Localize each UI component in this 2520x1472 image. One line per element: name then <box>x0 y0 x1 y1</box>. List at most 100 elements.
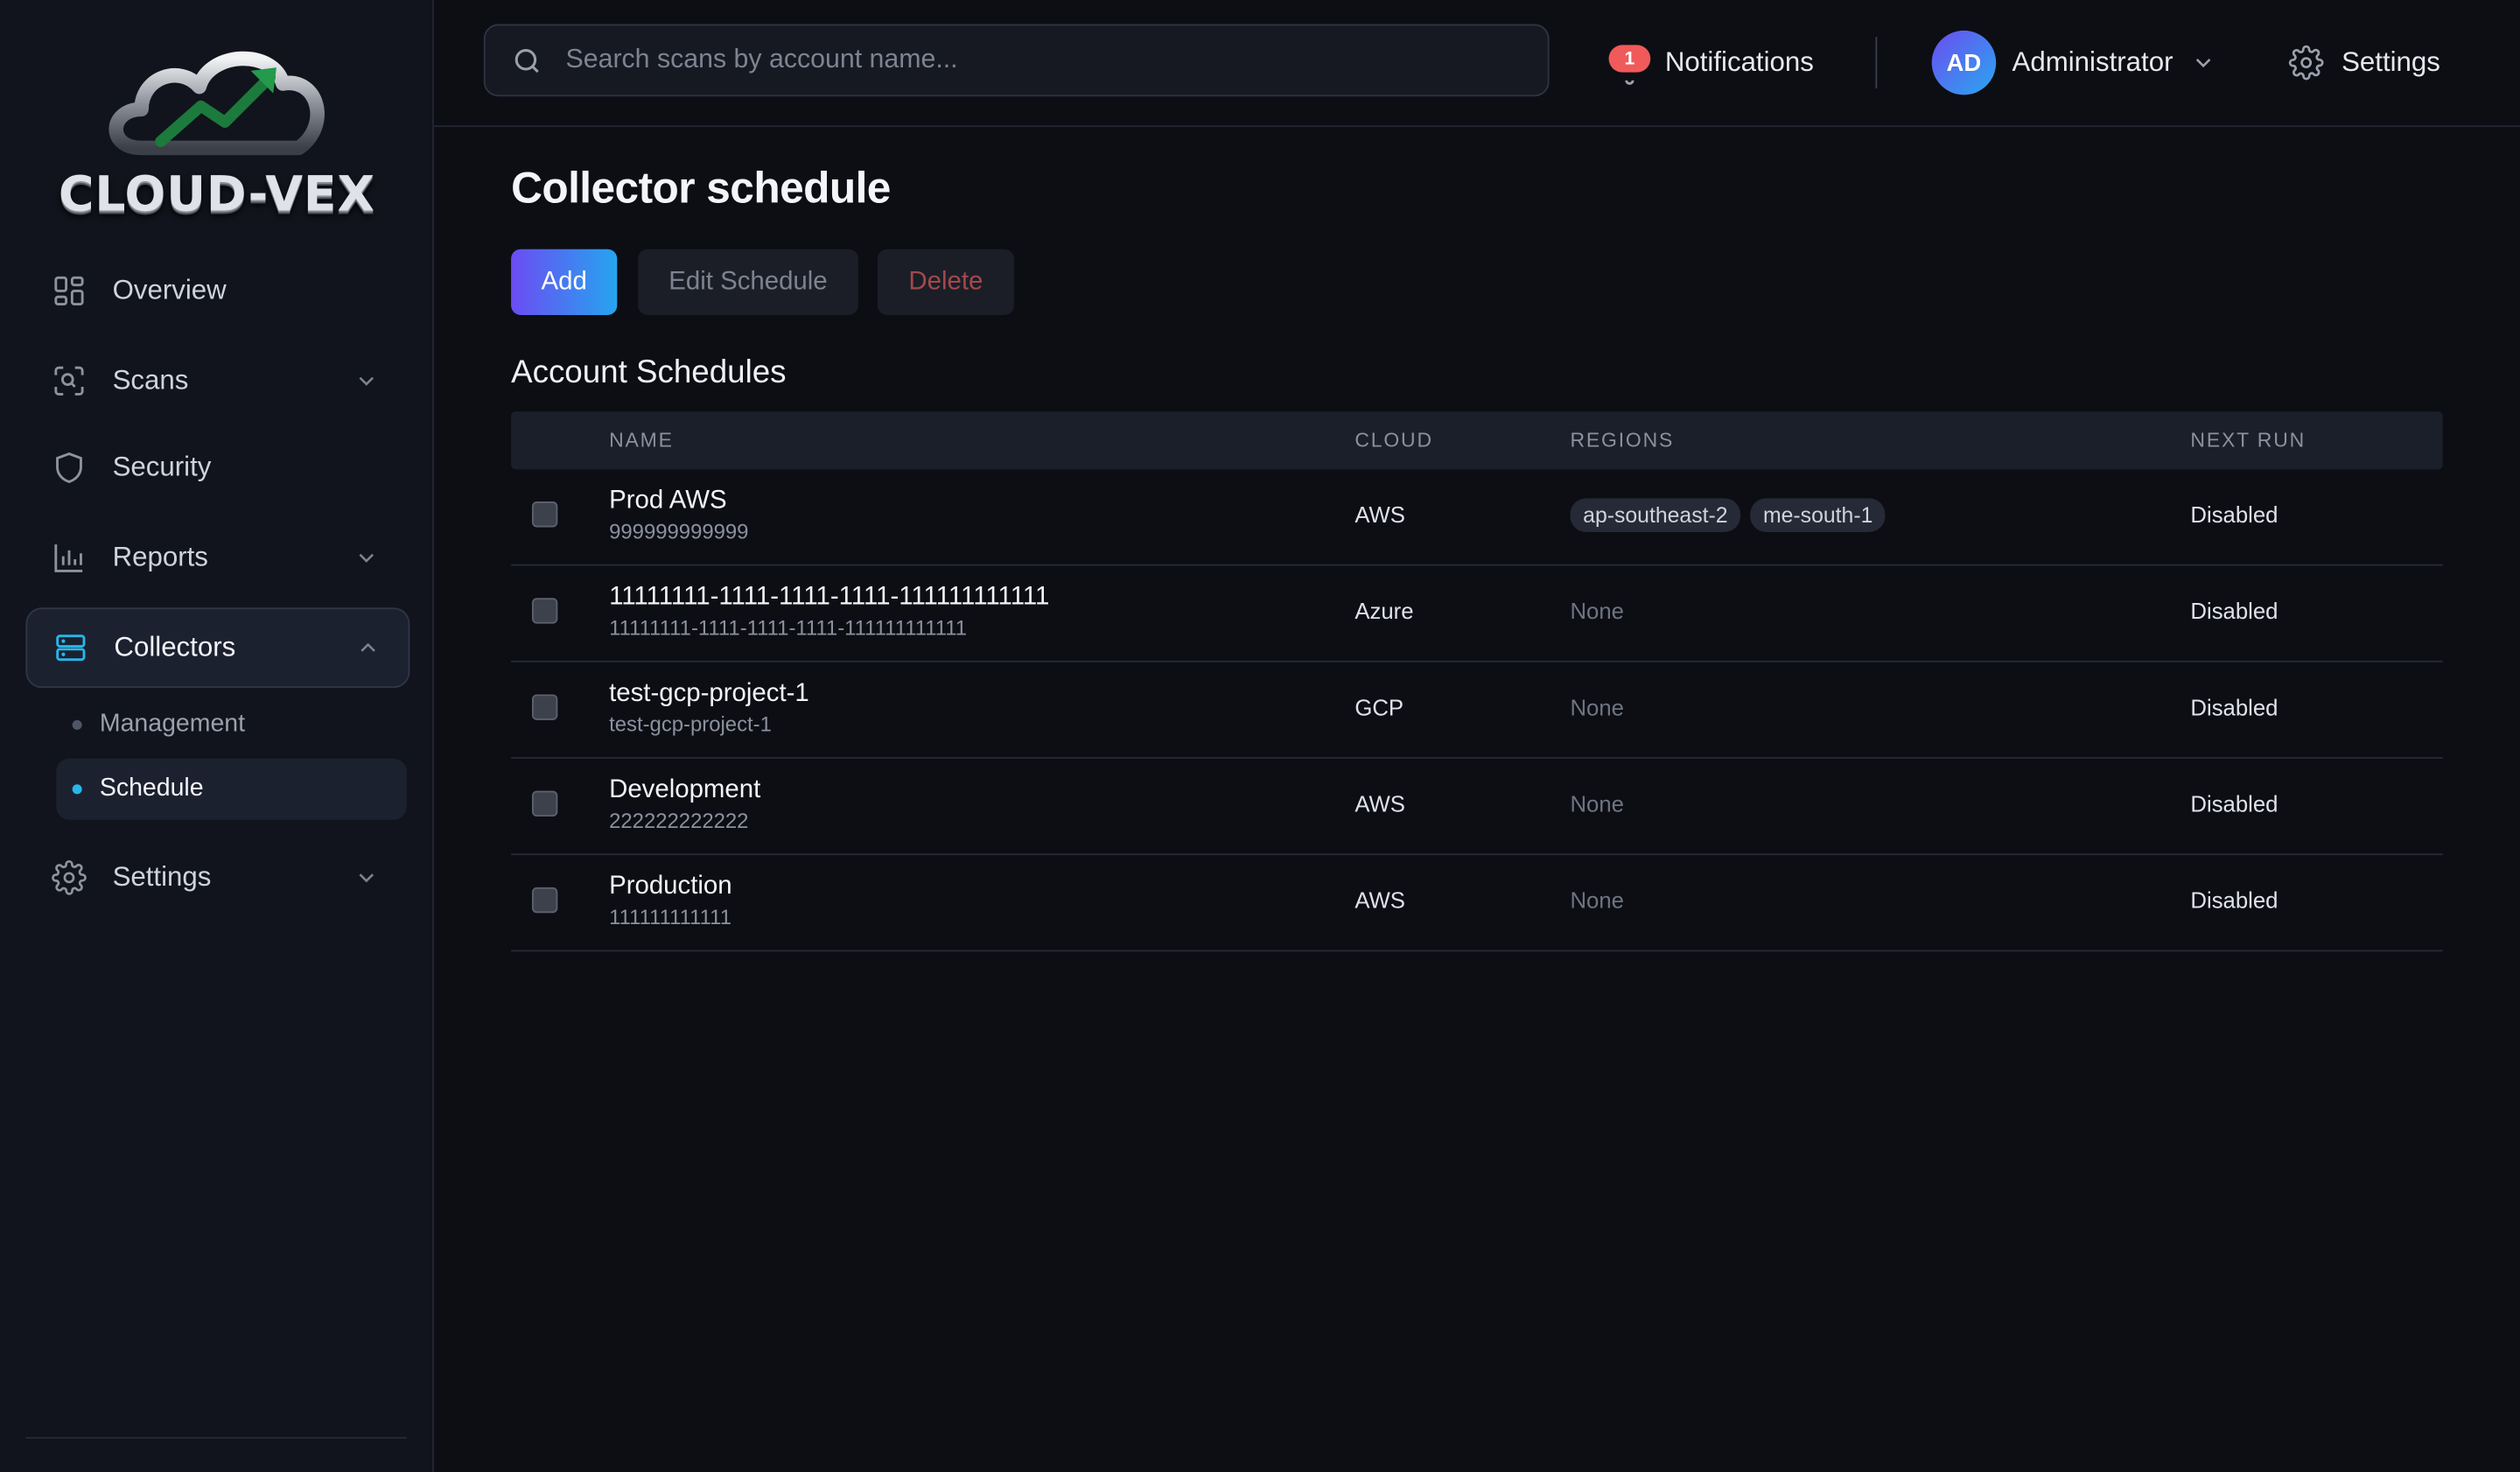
page-title: Collector schedule <box>511 164 891 213</box>
sidebar-subitem-label: Schedule <box>99 775 204 803</box>
chevron-up-icon <box>357 636 380 659</box>
regions-cell: None <box>1570 595 1624 624</box>
next-run-cell: Disabled <box>2190 694 2278 720</box>
scan-icon <box>52 363 87 398</box>
grid-icon <box>52 273 87 308</box>
account-cell: Prod AWS 999999999999 <box>609 484 748 547</box>
sidebar-item-settings[interactable]: Settings <box>25 839 406 916</box>
sidebar-item-label: Scans <box>112 364 189 396</box>
table-row[interactable]: test-gcp-project-1 test-gcp-project-1 GC… <box>511 662 2443 759</box>
cloud-cell: AWS <box>1354 887 1405 914</box>
account-name: Production <box>609 873 732 901</box>
table-row[interactable]: Development 222222222222 AWS None Disabl… <box>511 759 2443 856</box>
shield-icon <box>52 450 87 485</box>
sidebar-item-collectors[interactable]: Collectors <box>25 607 410 689</box>
table-header: NAME CLOUD REGIONS NEXT RUN <box>511 411 2443 470</box>
cloud-logo-icon <box>108 51 325 156</box>
region-chip: ap-southeast-2 <box>1570 498 1741 532</box>
column-header-name[interactable]: NAME <box>609 411 674 469</box>
account-id: 222222222222 <box>609 808 749 833</box>
cloud-cell: GCP <box>1354 694 1404 720</box>
regions-cell: None <box>1570 691 1624 720</box>
cloud-cell: AWS <box>1354 501 1405 528</box>
sidebar: CLOUD-VEX Overview Scans Security Report… <box>0 0 434 1472</box>
account-id: test-gcp-project-1 <box>609 711 772 737</box>
brand-name: CLOUD-VEX <box>59 167 375 224</box>
sidebar-item-security[interactable]: Security <box>25 429 406 506</box>
column-header-cloud[interactable]: CLOUD <box>1354 411 1433 469</box>
edit-schedule-button[interactable]: Edit Schedule <box>638 249 858 315</box>
regions-empty: None <box>1570 790 1624 817</box>
bell-icon: 1 <box>1608 39 1651 87</box>
chevron-down-icon <box>2193 52 2216 74</box>
sidebar-subitem-label: Management <box>99 710 246 739</box>
account-name: Development <box>609 776 761 804</box>
account-schedules-table: NAME CLOUD REGIONS NEXT RUN Prod AWS 999… <box>511 411 2443 952</box>
sidebar-subitem-schedule[interactable]: Schedule <box>56 758 407 820</box>
regions-empty: None <box>1570 694 1624 720</box>
table-row[interactable]: Production 111111111111 AWS None Disable… <box>511 855 2443 952</box>
regions-cell: None <box>1570 884 1623 913</box>
account-cell: test-gcp-project-1 test-gcp-project-1 <box>609 676 809 740</box>
gear-icon <box>2288 45 2324 81</box>
chevron-down-icon <box>355 546 378 569</box>
row-checkbox[interactable] <box>531 501 558 528</box>
sidebar-item-label: Overview <box>112 275 227 305</box>
sidebar-item-overview[interactable]: Overview <box>25 252 406 329</box>
account-id: 999999999999 <box>609 519 749 543</box>
sidebar-divider <box>25 1437 407 1439</box>
settings-label: Settings <box>2342 46 2440 78</box>
next-run-cell: Disabled <box>2190 598 2278 624</box>
account-name: test-gcp-project-1 <box>609 679 809 708</box>
sidebar-subitem-management[interactable]: Management <box>56 694 406 755</box>
account-name: Prod AWS <box>609 487 727 515</box>
column-header-next-run[interactable]: NEXT RUN <box>2190 411 2306 469</box>
column-header-regions[interactable]: REGIONS <box>1570 411 1674 469</box>
sidebar-item-label: Reports <box>112 541 208 572</box>
top-header: 1 Notifications AD Administrator Setting… <box>433 0 2520 128</box>
bullet-icon <box>72 719 82 730</box>
notification-count-badge: 1 <box>1608 45 1651 73</box>
section-title: Account Schedules <box>511 354 787 391</box>
header-divider <box>1875 37 1878 89</box>
next-run-cell: Disabled <box>2190 501 2278 528</box>
server-icon <box>53 630 88 665</box>
table-row[interactable]: 11111111-1111-1111-1111-111111111111 111… <box>511 566 2443 662</box>
sidebar-item-reports[interactable]: Reports <box>25 519 406 596</box>
delete-button[interactable]: Delete <box>877 249 1014 315</box>
notifications-button[interactable]: 1 Notifications <box>1608 35 1814 89</box>
chevron-down-icon <box>355 866 378 889</box>
next-run-cell: Disabled <box>2190 887 2278 914</box>
row-checkbox[interactable] <box>531 790 558 817</box>
sidebar-item-label: Collectors <box>114 631 236 662</box>
avatar: AD <box>1931 30 1997 95</box>
row-checkbox[interactable] <box>531 598 558 624</box>
sidebar-item-label: Security <box>112 452 212 483</box>
account-id: 111111111111 <box>609 905 732 929</box>
bar-chart-icon <box>52 540 87 575</box>
regions-cell: None <box>1570 788 1623 817</box>
account-id: 11111111-1111-1111-1111-111111111111 <box>609 615 968 641</box>
bullet-icon <box>72 784 82 795</box>
search-icon <box>514 48 539 73</box>
settings-button[interactable]: Settings <box>2288 39 2440 87</box>
brand-logo[interactable]: CLOUD-VEX <box>48 29 386 228</box>
regions-cell: ap-southeast-2 me-south-1 <box>1570 498 1886 532</box>
next-run-cell: Disabled <box>2190 790 2278 817</box>
region-chip: me-south-1 <box>1750 498 1886 532</box>
search-input[interactable] <box>562 43 1548 78</box>
regions-empty: None <box>1570 598 1624 624</box>
add-button[interactable]: Add <box>511 249 618 315</box>
cloud-cell: Azure <box>1354 598 1414 624</box>
table-row[interactable]: Prod AWS 999999999999 AWS ap-southeast-2… <box>511 469 2443 566</box>
sidebar-item-scans[interactable]: Scans <box>25 342 406 419</box>
account-cell: Production 111111111111 <box>609 870 732 933</box>
row-checkbox[interactable] <box>531 694 558 720</box>
notifications-label: Notifications <box>1664 46 1814 78</box>
user-menu[interactable]: AD Administrator <box>1931 30 2216 95</box>
row-checkbox[interactable] <box>531 887 558 914</box>
regions-empty: None <box>1570 887 1624 914</box>
chevron-down-icon <box>355 369 378 392</box>
gear-icon <box>52 860 87 895</box>
cloud-cell: AWS <box>1354 790 1405 817</box>
